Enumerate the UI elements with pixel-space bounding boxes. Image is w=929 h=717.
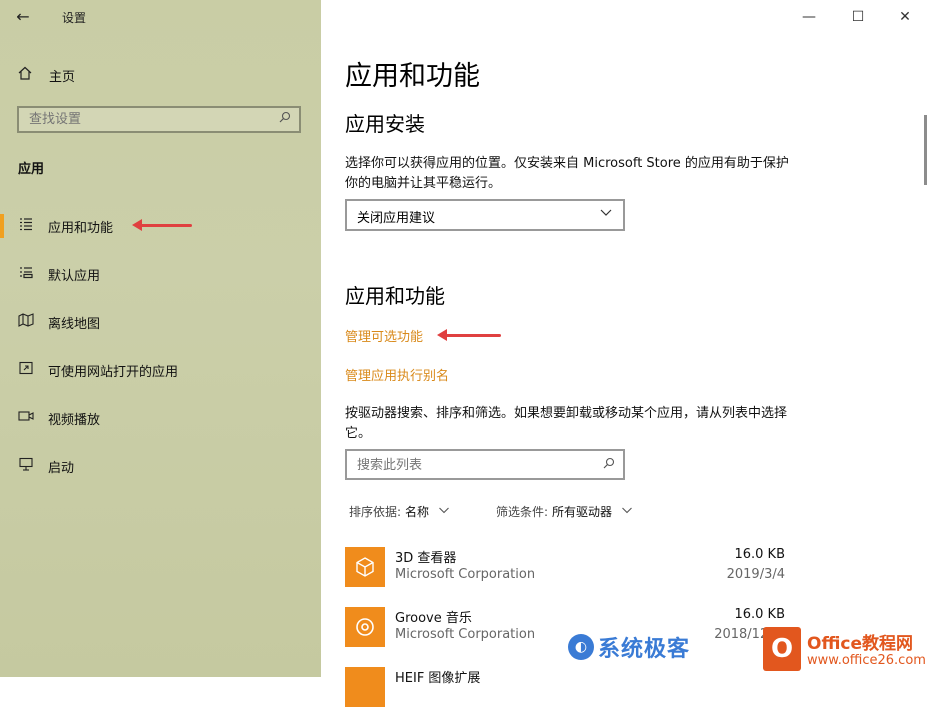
install-description: 选择你可以获得应用的位置。仅安装来自 Microsoft Store 的应用有助… bbox=[345, 156, 789, 191]
chevron-down-icon bbox=[621, 504, 633, 519]
maximize-button[interactable]: ☐ bbox=[843, 6, 873, 28]
filter-label: 筛选条件: bbox=[496, 505, 549, 519]
settings-search-input[interactable] bbox=[19, 108, 269, 131]
app-publisher: Microsoft Corporation bbox=[395, 567, 536, 582]
sort-value: 名称 bbox=[405, 505, 430, 519]
watermark-brand: Office教程网 bbox=[807, 634, 914, 654]
apps-for-websites-icon bbox=[17, 361, 35, 379]
list-description: 按驱动器搜索、排序和筛选。如果想要卸载或移动某个应用，请从列表中选择它。 bbox=[345, 406, 788, 441]
home-icon bbox=[18, 66, 36, 84]
sidebar-item-apps-for-websites[interactable]: 可使用网站打开的应用 bbox=[0, 350, 321, 390]
watermark-right: O Office教程网 www.office26.com bbox=[763, 621, 929, 677]
title-bar-left: ← 设置 bbox=[0, 0, 321, 34]
apps-features-heading: 应用和功能 bbox=[345, 284, 445, 308]
sidebar-item-label: 应用和功能 bbox=[48, 220, 114, 236]
install-source-dropdown[interactable]: 关闭应用建议 bbox=[345, 199, 625, 231]
default-apps-icon bbox=[17, 265, 35, 283]
back-button[interactable]: ← bbox=[10, 5, 36, 29]
search-icon[interactable] bbox=[603, 457, 615, 472]
sidebar: ← 设置 主页 应用 应用和功能 默认应用 离线地图 bbox=[0, 0, 321, 677]
page-title: 应用和功能 bbox=[345, 61, 480, 92]
sort-label: 排序依据: bbox=[349, 505, 402, 519]
sidebar-item-label: 启动 bbox=[48, 460, 75, 476]
sidebar-item-label: 默认应用 bbox=[48, 268, 101, 284]
sidebar-item-label: 可使用网站打开的应用 bbox=[48, 364, 179, 380]
main-content: — ☐ ✕ 应用和功能 应用安装 选择你可以获得应用的位置。仅安装来自 Micr… bbox=[321, 0, 929, 707]
chevron-down-icon bbox=[438, 504, 450, 519]
app-list-item[interactable]: HEIF 图像扩展 bbox=[345, 667, 785, 717]
app-list-search-box[interactable] bbox=[345, 449, 625, 480]
app-list-item[interactable]: Groove 音乐 Microsoft Corporation 16.0 KB … bbox=[345, 607, 785, 657]
home-label: 主页 bbox=[49, 69, 76, 85]
heif-image-icon bbox=[345, 667, 385, 707]
close-button[interactable]: ✕ bbox=[890, 6, 920, 28]
office-logo-icon: O bbox=[763, 627, 801, 671]
install-heading: 应用安装 bbox=[345, 112, 425, 136]
startup-icon bbox=[17, 457, 35, 475]
app-name: Groove 音乐 bbox=[395, 611, 472, 626]
section-label-apps: 应用 bbox=[18, 162, 45, 177]
filter-dropdown[interactable]: 筛选条件: 所有驱动器 bbox=[496, 503, 633, 520]
watermark-url: www.office26.com bbox=[807, 653, 926, 668]
sidebar-item-label: 视频播放 bbox=[48, 412, 101, 428]
watermark-logo-icon: ◐ bbox=[568, 634, 594, 660]
groove-music-icon bbox=[345, 607, 385, 647]
settings-search-box[interactable] bbox=[17, 106, 301, 133]
sidebar-item-offline-maps[interactable]: 离线地图 bbox=[0, 302, 321, 342]
sidebar-item-label: 离线地图 bbox=[48, 316, 101, 332]
video-playback-icon bbox=[17, 409, 35, 427]
watermark-left-text: 系统极客 bbox=[598, 637, 691, 662]
offline-maps-icon bbox=[17, 313, 35, 331]
scrollbar[interactable] bbox=[924, 115, 927, 185]
app-list-search-input[interactable] bbox=[347, 451, 589, 480]
app-size: 16.0 KB bbox=[734, 607, 785, 622]
dropdown-value: 关闭应用建议 bbox=[357, 211, 436, 226]
app-size: 16.0 KB bbox=[734, 547, 785, 562]
app-date: 2019/3/4 bbox=[726, 567, 785, 582]
sidebar-item-video-playback[interactable]: 视频播放 bbox=[0, 398, 321, 438]
manage-app-aliases-link[interactable]: 管理应用执行别名 bbox=[345, 365, 449, 384]
search-icon[interactable] bbox=[279, 111, 291, 126]
annotation-arrow bbox=[437, 329, 501, 341]
annotation-arrow bbox=[132, 219, 192, 231]
minimize-button[interactable]: — bbox=[794, 6, 824, 28]
app-list-item[interactable]: 3D 查看器 Microsoft Corporation 16.0 KB 201… bbox=[345, 547, 785, 597]
app-publisher: Microsoft Corporation bbox=[395, 627, 536, 642]
sidebar-item-startup[interactable]: 启动 bbox=[0, 446, 321, 486]
sort-dropdown[interactable]: 排序依据: 名称 bbox=[349, 503, 450, 520]
sidebar-item-default-apps[interactable]: 默认应用 bbox=[0, 254, 321, 294]
chevron-down-icon bbox=[599, 205, 613, 223]
app-name: 3D 查看器 bbox=[395, 551, 457, 566]
3d-viewer-icon bbox=[345, 547, 385, 587]
sidebar-home[interactable]: 主页 bbox=[18, 63, 75, 87]
window-title: 设置 bbox=[62, 11, 87, 25]
manage-optional-features-link[interactable]: 管理可选功能 bbox=[345, 326, 423, 345]
apps-features-icon bbox=[17, 217, 35, 235]
filter-value: 所有驱动器 bbox=[552, 505, 613, 519]
watermark-left: ◐ 系统极客 bbox=[568, 630, 690, 664]
